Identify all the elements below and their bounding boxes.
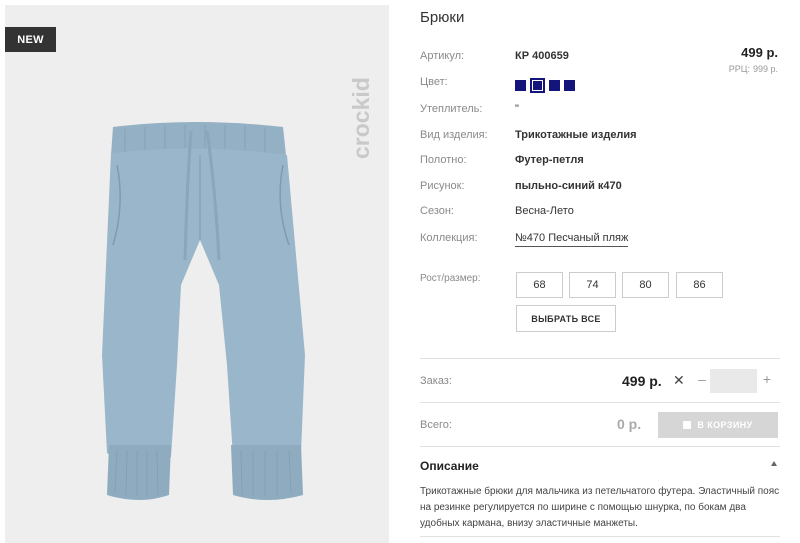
divider (420, 402, 780, 403)
attr-label: Цвет: (420, 76, 448, 88)
pants-image (102, 122, 305, 500)
total-value: 0 р. (617, 416, 642, 432)
cart-icon (683, 421, 692, 429)
attr-value: пыльно-синий к470 (515, 180, 622, 192)
new-badge: NEW (5, 27, 56, 52)
size-option[interactable]: 74 (569, 272, 616, 298)
brand-logo: crockid (348, 77, 374, 159)
attr-value: " (515, 103, 519, 115)
attr-value: Трикотажные изделия (515, 129, 637, 141)
attr-label: Утеплитель: (420, 103, 483, 115)
divider (420, 446, 780, 447)
size-label: Рост/размер: (420, 273, 481, 284)
add-to-cart-label: В КОРЗИНУ (697, 420, 753, 430)
color-swatch-selected[interactable] (530, 78, 545, 93)
attr-value: Футер-петля (515, 154, 584, 166)
quantity-input[interactable] (710, 369, 757, 393)
attr-label: Сезон: (420, 205, 454, 217)
description-title[interactable]: Описание (420, 459, 479, 473)
color-swatch[interactable] (515, 80, 526, 91)
decrease-button[interactable]: – (696, 371, 708, 387)
attr-fabric: Полотно: Футер-петля (420, 152, 780, 170)
multiply-icon: ✕ (673, 372, 685, 388)
attr-season: Сезон: Весна-Лето (420, 203, 780, 221)
attr-collection: Коллекция: №470 Песчаный пляж (420, 230, 780, 248)
attr-label: Артикул: (420, 50, 465, 62)
order-price: 499 р. (622, 373, 662, 389)
description-text: Трикотажные брюки для мальчика из петель… (420, 486, 780, 529)
product-info: Брюки 499 р. РРЦ: 999 р. Артикул: КР 4006… (420, 0, 780, 543)
collection-link[interactable]: №470 Песчаный пляж (515, 232, 629, 247)
color-swatch[interactable] (564, 80, 575, 91)
attr-label: Коллекция: (420, 232, 478, 244)
size-option[interactable]: 68 (516, 272, 563, 298)
svg-text:crockid: crockid (348, 77, 374, 159)
attr-article: Артикул: КР 400659 (420, 48, 780, 66)
attr-label: Полотно: (420, 154, 467, 166)
select-all-button[interactable]: ВЫБРАТЬ ВСЕ (516, 305, 616, 332)
size-option[interactable]: 86 (676, 272, 723, 298)
divider (420, 358, 780, 359)
divider (420, 536, 780, 537)
product-photo[interactable]: NEW crockid (5, 5, 389, 543)
attr-value: КР 400659 (515, 50, 569, 62)
add-to-cart-button[interactable]: В КОРЗИНУ (658, 412, 778, 438)
product-title: Брюки (420, 9, 465, 26)
attr-value: Весна-Лето (515, 205, 574, 217)
increase-button[interactable]: + (761, 371, 773, 387)
color-swatch[interactable] (549, 80, 560, 91)
attr-label: Рисунок: (420, 180, 465, 192)
size-option[interactable]: 80 (622, 272, 669, 298)
total-label: Всего: (420, 419, 452, 431)
order-label: Заказ: (420, 375, 452, 387)
attr-color: Цвет: (420, 74, 780, 92)
collapse-caret-icon[interactable] (771, 461, 777, 466)
color-swatches (515, 78, 575, 93)
attr-label: Вид изделия: (420, 129, 488, 141)
attr-pattern: Рисунок: пыльно-синий к470 (420, 178, 780, 196)
attr-type: Вид изделия: Трикотажные изделия (420, 127, 780, 145)
attr-insulation: Утеплитель: " (420, 101, 780, 119)
